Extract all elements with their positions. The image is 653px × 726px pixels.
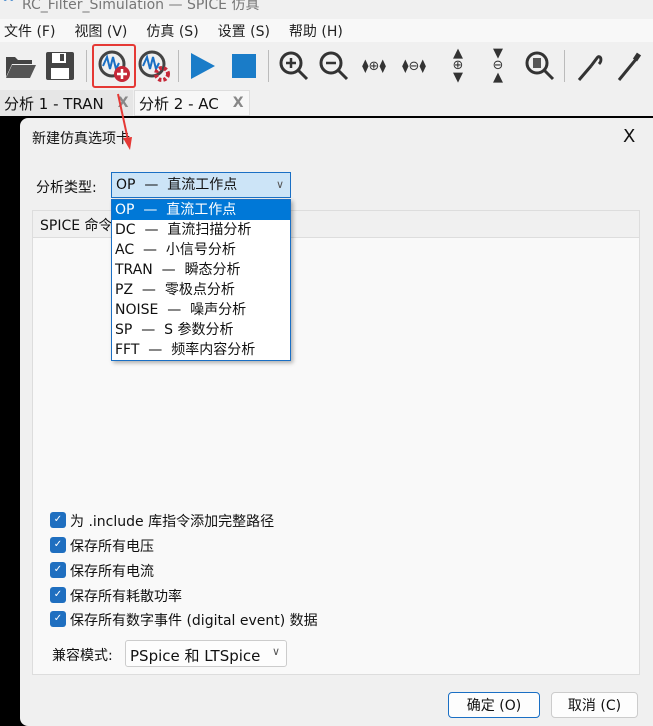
- menu-settings[interactable]: 设置 (S): [218, 21, 270, 41]
- option-pz[interactable]: PZ — 零极点分析: [112, 280, 290, 300]
- option-fft[interactable]: FFT — 频率内容分析: [112, 340, 290, 360]
- tab-bar: 分析 1 - TRAN X 分析 2 - AC X: [0, 90, 653, 116]
- new-simulation-tab-icon: [98, 50, 130, 82]
- open-folder-icon[interactable]: [0, 46, 40, 86]
- checkbox-label: 保存所有电流: [70, 564, 154, 580]
- option-tran[interactable]: TRAN — 瞬态分析: [112, 260, 290, 280]
- title-bar: 〰 RC_Filter_Simulation — SPICE 仿真: [0, 0, 653, 19]
- checkbox-label: 保存所有电压: [70, 539, 154, 555]
- probe-icon[interactable]: [570, 46, 610, 86]
- compat-mode-select[interactable]: PSpice 和 LTSpice ∨: [125, 640, 287, 667]
- tab-label: 分析 2 - AC: [139, 94, 219, 113]
- analysis-type-label: 分析类型:: [36, 180, 97, 196]
- zoom-out-icon[interactable]: [314, 46, 354, 86]
- checkbox-save-power[interactable]: ✓: [50, 587, 66, 603]
- close-icon[interactable]: X: [623, 126, 635, 147]
- analysis-type-select[interactable]: OP — 直流工作点 ∨: [111, 172, 291, 198]
- option-sp[interactable]: SP — S 参数分析: [112, 320, 290, 340]
- annotation-arrow: [117, 93, 132, 150]
- close-icon[interactable]: X: [233, 95, 244, 111]
- checkbox-include-full-path[interactable]: ✓: [50, 512, 66, 528]
- tab-label: 分析 1 - TRAN: [4, 94, 104, 113]
- simulation-settings-icon[interactable]: [134, 46, 174, 86]
- zoom-in-vertical-icon[interactable]: ▲ ⊕ ▼: [438, 46, 478, 86]
- run-icon[interactable]: [182, 46, 222, 86]
- menu-bar: 文件 (F) 视图 (V) 仿真 (S) 设置 (S) 帮助 (H): [0, 19, 653, 42]
- ok-button[interactable]: 确定 (O): [448, 692, 540, 718]
- option-noise[interactable]: NOISE — 噪声分析: [112, 300, 290, 320]
- option-dc[interactable]: DC — 直流扫描分析: [112, 220, 290, 240]
- option-op[interactable]: OP — 直流工作点: [112, 200, 290, 220]
- stop-icon[interactable]: [224, 46, 264, 86]
- window-title: RC_Filter_Simulation — SPICE 仿真: [22, 0, 260, 13]
- chevron-down-icon: ∨: [275, 178, 284, 191]
- chevron-down-icon: ∨: [271, 645, 280, 658]
- checkbox-save-digital-events[interactable]: ✓: [50, 611, 66, 627]
- analysis-type-dropdown: OP — 直流工作点 DC — 直流扫描分析 AC — 小信号分析 TRAN —…: [111, 199, 291, 361]
- menu-help[interactable]: 帮助 (H): [289, 21, 343, 41]
- checkbox-save-currents[interactable]: ✓: [50, 562, 66, 578]
- tuner-icon[interactable]: [610, 46, 650, 86]
- checkbox-label: 保存所有数字事件 (digital event) 数据: [70, 613, 318, 629]
- tab-analysis-2[interactable]: 分析 2 - AC X: [134, 90, 250, 116]
- menu-file[interactable]: 文件 (F): [4, 21, 55, 41]
- option-ac[interactable]: AC — 小信号分析: [112, 240, 290, 260]
- zoom-fit-icon[interactable]: [520, 46, 560, 86]
- cancel-button[interactable]: 取消 (C): [551, 692, 638, 718]
- menu-simulation[interactable]: 仿真 (S): [146, 21, 198, 41]
- zoom-out-vertical-icon[interactable]: ▼ ⊖ ▲: [478, 46, 518, 86]
- app-icon: 〰: [2, 0, 16, 8]
- checkbox-label: 保存所有耗散功率: [70, 589, 182, 605]
- compat-mode-value: PSpice 和 LTSpice: [130, 647, 261, 665]
- save-icon[interactable]: [40, 46, 80, 86]
- spice-command-tab[interactable]: SPICE 命令: [40, 215, 113, 235]
- zoom-in-horizontal-icon[interactable]: ⧫⊕⧫: [354, 46, 394, 86]
- menu-view[interactable]: 视图 (V): [74, 21, 127, 41]
- zoom-out-horizontal-icon[interactable]: ⧫⊖⧫: [394, 46, 434, 86]
- analysis-type-value: OP — 直流工作点: [116, 177, 238, 193]
- toolbar: ⧫⊕⧫ ⧫⊖⧫ ▲ ⊕ ▼ ▼ ⊖ ▲: [0, 42, 653, 91]
- new-simulation-tab-button[interactable]: [92, 44, 136, 88]
- checkbox-save-voltages[interactable]: ✓: [50, 537, 66, 553]
- compat-mode-label: 兼容模式:: [52, 648, 113, 664]
- checkbox-label: 为 .include 库指令添加完整路径: [70, 514, 275, 530]
- zoom-in-icon[interactable]: [274, 46, 314, 86]
